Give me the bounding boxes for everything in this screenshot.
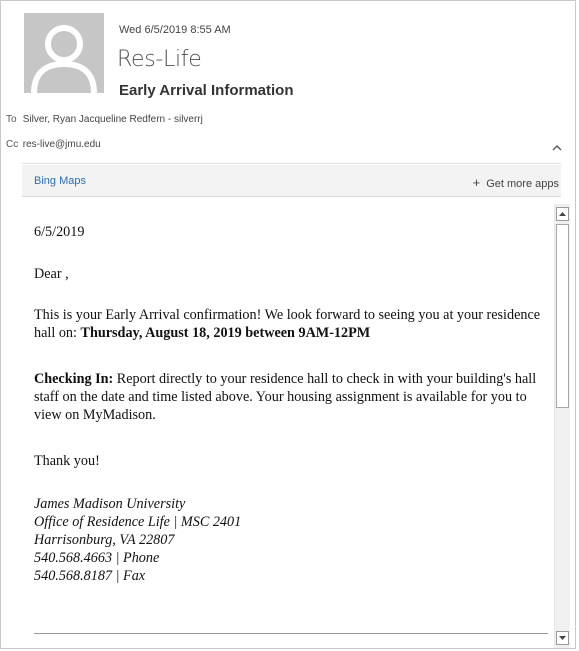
plus-icon: + bbox=[472, 175, 481, 190]
arrival-datetime: Thursday, August 18, 2019 between 9AM-12… bbox=[80, 325, 371, 341]
get-more-apps-button[interactable]: + Get more apps bbox=[473, 175, 559, 190]
email-subject: Early Arrival Information bbox=[119, 82, 294, 99]
header-divider bbox=[22, 163, 561, 164]
chevron-up-icon bbox=[552, 145, 562, 151]
signature-line: James Madison University bbox=[34, 496, 186, 512]
to-label: To bbox=[6, 114, 17, 125]
get-more-apps-label: Get more apps bbox=[486, 178, 559, 190]
message-body: 6/5/2019 Dear , This is your Early Arriv… bbox=[22, 198, 554, 648]
confirmation-paragraph: This is your Early Arrival confirmation!… bbox=[34, 306, 548, 342]
apps-bar: Bing Maps + Get more apps bbox=[22, 165, 561, 197]
sender-name[interactable]: Res-Life bbox=[117, 47, 202, 72]
signature-line: 540.568.8187 | Fax bbox=[34, 568, 146, 584]
signature-line: Harrisonburg, VA 22807 bbox=[34, 532, 175, 548]
signature-line: Office of Residence Life | MSC 2401 bbox=[34, 514, 242, 530]
email-reading-pane: Wed 6/5/2019 8:55 AM Res-Life Early Arri… bbox=[0, 0, 576, 649]
signature-block: James Madison University Office of Resid… bbox=[34, 495, 548, 585]
cc-recipient[interactable]: res-live@jmu.edu bbox=[23, 139, 101, 150]
bing-maps-link[interactable]: Bing Maps bbox=[34, 175, 86, 187]
to-recipient[interactable]: Silver, Ryan Jacqueline Redfern - silver… bbox=[23, 114, 203, 125]
scroll-thumb[interactable] bbox=[556, 224, 569, 408]
closing-thanks: Thank you! bbox=[34, 453, 100, 469]
scroll-up-button[interactable] bbox=[556, 207, 569, 221]
cc-label: Cc bbox=[6, 139, 19, 150]
person-silhouette-icon bbox=[24, 13, 104, 93]
checkin-paragraph: Checking In: Report directly to your res… bbox=[34, 370, 548, 424]
to-row: To Silver, Ryan Jacqueline Redfern - sil… bbox=[6, 114, 203, 125]
scroll-down-button[interactable] bbox=[556, 631, 569, 645]
message-greeting: Dear , bbox=[34, 266, 69, 282]
vertical-scrollbar[interactable] bbox=[554, 204, 570, 648]
sender-avatar bbox=[24, 13, 104, 93]
scroll-down-arrow-icon bbox=[559, 636, 566, 640]
cc-row: Cc res-live@jmu.edu bbox=[6, 139, 101, 150]
signature-line: 540.568.4663 | Phone bbox=[34, 550, 160, 566]
checkin-label: Checking In: bbox=[34, 371, 114, 387]
sent-date: Wed 6/5/2019 8:55 AM bbox=[119, 24, 231, 36]
horizontal-rule bbox=[34, 633, 548, 634]
message-date: 6/5/2019 bbox=[34, 224, 85, 240]
scroll-up-arrow-icon bbox=[559, 212, 566, 216]
collapse-header-button[interactable] bbox=[551, 142, 563, 154]
